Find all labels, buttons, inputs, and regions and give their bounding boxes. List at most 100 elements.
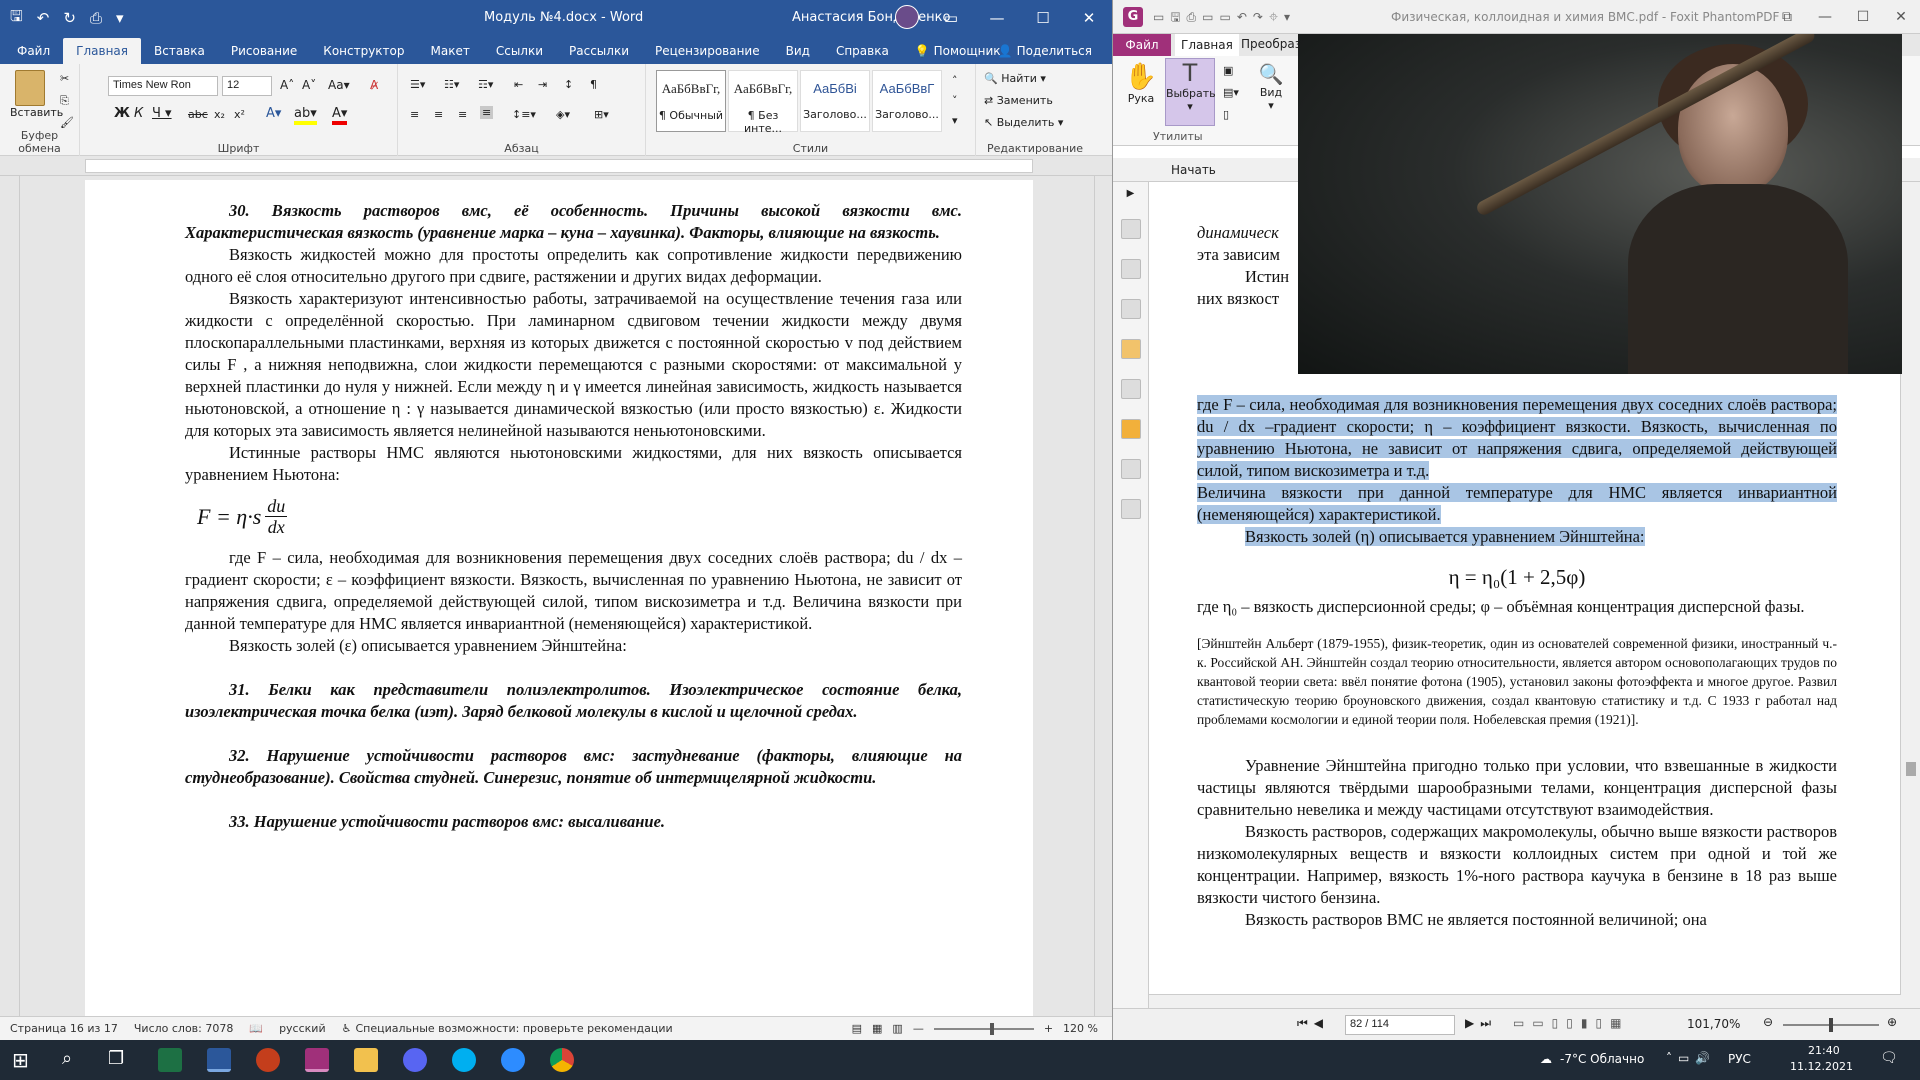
user-name[interactable]: Анастасия Бондаренко <box>792 10 950 25</box>
close-icon[interactable]: ✕ <box>1882 0 1920 34</box>
minimize-icon[interactable]: — <box>974 0 1020 36</box>
restore-icon[interactable]: ⧉ <box>1768 0 1806 34</box>
maximize-icon[interactable]: ☐ <box>1844 0 1882 34</box>
redo-icon[interactable]: ↻ <box>63 9 76 27</box>
tab-layout[interactable]: Макет <box>418 44 483 64</box>
signature-icon[interactable] <box>1121 499 1141 519</box>
discord-icon[interactable] <box>403 1048 427 1072</box>
snapshot-icon[interactable]: ▣ <box>1223 64 1233 77</box>
zoom-slider-thumb[interactable] <box>989 1022 994 1035</box>
print-preview-icon[interactable]: ⎙ <box>90 9 102 27</box>
copy-icon[interactable]: ⎘ <box>60 94 69 108</box>
comments-icon[interactable] <box>1121 339 1141 359</box>
font-size-combo[interactable]: 12 <box>222 76 272 96</box>
form-icon[interactable] <box>1121 459 1141 479</box>
horizontal-ruler[interactable] <box>0 156 1112 176</box>
paste-button[interactable]: Вставить <box>10 70 63 119</box>
select-button[interactable]: ↖ Выделить ▾ <box>984 116 1063 129</box>
language[interactable]: русский <box>279 1022 326 1035</box>
foxit-quick-access[interactable]: ▭🖫⎙▭▭↶↷⌖▾ <box>1153 8 1296 29</box>
show-marks-icon[interactable]: ¶ <box>590 78 597 91</box>
keyboard-language[interactable]: РУС <box>1728 1052 1751 1066</box>
shading-icon[interactable]: ◈▾ <box>556 108 570 121</box>
tab-design[interactable]: Конструктор <box>310 44 417 64</box>
web-layout-icon[interactable]: ▥ <box>892 1022 902 1035</box>
styles-more-icon[interactable]: ▾ <box>952 114 958 127</box>
customize-icon[interactable]: ▾ <box>116 9 124 27</box>
font-name-combo[interactable]: Times New Ron <box>108 76 218 96</box>
chrome-icon[interactable] <box>550 1048 574 1072</box>
undo-icon[interactable]: ↶ <box>37 9 50 27</box>
style-heading-2[interactable]: АаБбВвГ Заголово... <box>872 70 942 132</box>
minimize-icon[interactable]: — <box>1806 0 1844 34</box>
clear-format-icon[interactable]: A̷ <box>370 78 378 92</box>
tab-help[interactable]: Справка <box>823 44 902 64</box>
scroll-thumb[interactable] <box>1906 762 1916 776</box>
file-explorer-icon[interactable] <box>354 1048 378 1072</box>
tab-home[interactable]: Главная <box>1175 34 1239 56</box>
align-left-icon[interactable]: ≡ <box>410 108 419 121</box>
decrease-indent-icon[interactable]: ⇤ <box>514 78 523 91</box>
bookmark-icon[interactable]: ▯ <box>1223 108 1229 121</box>
zoom-icon[interactable] <box>501 1048 525 1072</box>
style-normal[interactable]: АаБбВвГг, ¶ Обычный <box>656 70 726 132</box>
foxit-icon[interactable] <box>305 1048 329 1072</box>
subscript-icon[interactable]: x₂ <box>214 108 225 121</box>
save-icon[interactable]: 🖫 <box>10 6 23 31</box>
borders-icon[interactable]: ⊞▾ <box>594 108 609 121</box>
maximize-icon[interactable]: ☐ <box>1020 0 1066 36</box>
search-icon[interactable]: ⌕ <box>62 1048 72 1069</box>
styles-scroll-up-icon[interactable]: ˄ <box>952 74 958 87</box>
hand-tool-button[interactable]: ✋ Рука <box>1121 62 1161 105</box>
zoom-slider[interactable] <box>933 1022 1034 1035</box>
windows-start-icon[interactable]: ⊞ <box>12 1048 29 1072</box>
clock-time[interactable]: 21:40 <box>1808 1044 1840 1057</box>
tab-references[interactable]: Ссылки <box>483 44 556 64</box>
page-count[interactable]: Страница 16 из 17 <box>10 1022 118 1035</box>
zoom-slider-thumb[interactable] <box>1829 1018 1833 1032</box>
tab-view[interactable]: Вид <box>773 44 823 64</box>
shrink-font-icon[interactable]: A˅ <box>302 78 316 92</box>
pdf-horizontal-scrollbar[interactable] <box>1149 994 1901 1008</box>
bold-icon[interactable]: Ж <box>114 106 130 121</box>
view-mode-icons[interactable]: ▭▭▯▯▮▯▦ <box>1513 1016 1629 1030</box>
grow-font-icon[interactable]: A˄ <box>280 78 294 92</box>
tab-insert[interactable]: Вставка <box>141 44 218 64</box>
word-vertical-scrollbar[interactable] <box>1094 176 1112 1016</box>
next-last-icons[interactable]: ▶⏭ <box>1465 1016 1497 1031</box>
align-center-icon[interactable]: ≡ <box>434 108 443 121</box>
tab-file[interactable]: Файл <box>4 44 63 64</box>
skype-icon[interactable] <box>452 1048 476 1072</box>
tab-file[interactable]: Файл <box>1113 34 1171 56</box>
clock-date[interactable]: 11.12.2021 <box>1790 1060 1853 1073</box>
tab-convert[interactable]: Преобраз <box>1241 37 1301 51</box>
ribbon-display-icon[interactable]: ▭ <box>928 0 974 36</box>
font-color-icon[interactable]: A▾ <box>332 106 348 125</box>
superscript-icon[interactable]: x² <box>234 108 245 121</box>
zoom-level[interactable]: 101,70% <box>1687 1017 1740 1031</box>
accessibility-status[interactable]: Специальные возможности: проверьте реком… <box>355 1022 672 1035</box>
weather-text[interactable]: -7°C Облачно <box>1560 1052 1644 1066</box>
zoom-out-icon[interactable]: ⊖ <box>1763 1015 1773 1029</box>
accessibility-icon[interactable]: ♿ <box>342 1022 352 1035</box>
start-tab[interactable]: Начать <box>1171 163 1216 177</box>
select-tool-button[interactable]: T Выбрать ▾ <box>1165 58 1216 126</box>
tab-draw[interactable]: Рисование <box>218 44 310 64</box>
pages-icon[interactable] <box>1121 219 1141 239</box>
print-layout-icon[interactable]: ▦ <box>872 1022 882 1035</box>
excel-icon[interactable] <box>158 1048 182 1072</box>
replace-button[interactable]: ⇄ Заменить <box>984 94 1053 107</box>
powerpoint-icon[interactable] <box>256 1048 280 1072</box>
underline-icon[interactable]: Ч ▾ <box>152 106 172 121</box>
lock-icon[interactable] <box>1121 419 1141 439</box>
stack-icon[interactable] <box>1121 299 1141 319</box>
view-button[interactable]: 🔍 Вид ▾ <box>1253 62 1289 112</box>
zoom-in-icon[interactable]: + <box>1044 1022 1053 1035</box>
word-count[interactable]: Число слов: 7078 <box>134 1022 233 1035</box>
read-mode-icon[interactable]: ▤ <box>852 1022 862 1035</box>
clipboard-icon[interactable]: ▤▾ <box>1223 86 1239 99</box>
close-icon[interactable]: ✕ <box>1066 0 1112 36</box>
multilevel-icon[interactable]: ☶▾ <box>478 78 493 91</box>
line-spacing-icon[interactable]: ↕≡▾ <box>512 108 536 121</box>
word-document-page[interactable]: 30. Вязкость растворов вмс, её особеннос… <box>85 180 1033 1030</box>
